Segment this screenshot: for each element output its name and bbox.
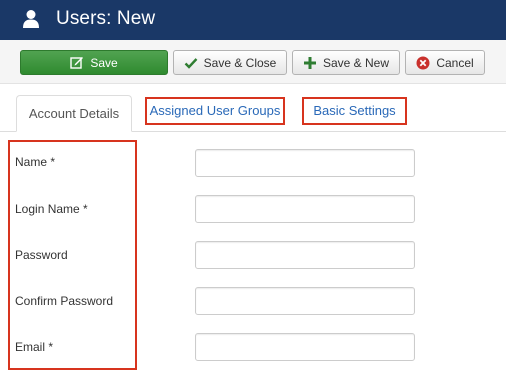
email-label: Email * xyxy=(15,340,54,354)
plus-icon xyxy=(303,56,316,69)
page-title: Users: New xyxy=(56,8,156,29)
tab-assigned-user-groups[interactable]: Assigned User Groups xyxy=(145,97,285,125)
save-button[interactable]: Save xyxy=(20,50,168,75)
tab-account-details[interactable]: Account Details xyxy=(16,95,132,132)
save-new-button[interactable]: Save & New xyxy=(292,50,400,75)
name-label: Name * xyxy=(15,155,56,169)
save-button-label: Save xyxy=(90,55,118,70)
login-name-label: Login Name * xyxy=(15,202,88,216)
login-name-field[interactable] xyxy=(195,195,415,223)
tab-label: Basic Settings xyxy=(313,103,396,118)
password-label: Password xyxy=(15,248,68,262)
password-field[interactable] xyxy=(195,241,415,269)
page-header: Users: New xyxy=(0,0,506,40)
confirm-password-label: Confirm Password xyxy=(15,294,114,308)
cancel-icon xyxy=(416,56,430,69)
check-icon xyxy=(184,57,198,69)
save-close-button[interactable]: Save & Close xyxy=(173,50,287,75)
save-close-button-label: Save & Close xyxy=(203,55,277,70)
name-field[interactable] xyxy=(195,149,415,177)
tab-label: Account Details xyxy=(28,105,120,121)
email-field[interactable] xyxy=(195,333,415,361)
cancel-button[interactable]: Cancel xyxy=(405,50,485,75)
edit-icon xyxy=(70,56,84,69)
tab-basic-settings[interactable]: Basic Settings xyxy=(302,97,407,125)
save-new-button-label: Save & New xyxy=(322,55,390,70)
cancel-button-label: Cancel xyxy=(436,55,474,70)
tab-label: Assigned User Groups xyxy=(149,103,281,118)
confirm-password-field[interactable] xyxy=(195,287,415,315)
user-icon xyxy=(23,10,39,28)
